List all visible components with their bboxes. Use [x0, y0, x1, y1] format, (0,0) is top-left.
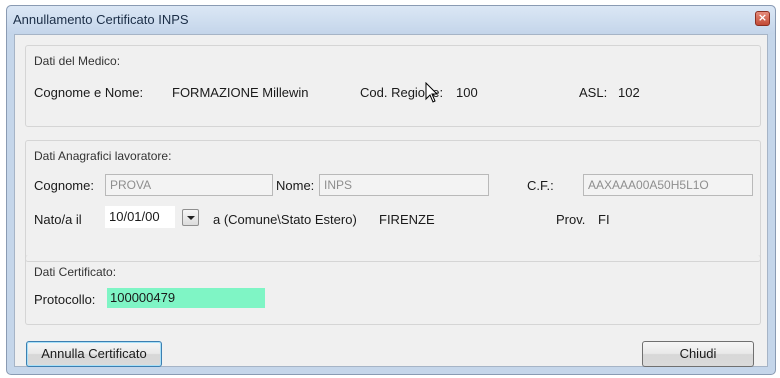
dialog-client-area: Dati del Medico: Cognome e Nome: FORMAZI…: [14, 34, 768, 367]
medico-group-title: Dati del Medico:: [34, 54, 121, 68]
medico-nome-value: FORMAZIONE Millewin: [172, 85, 309, 100]
cognome-label: Cognome:: [34, 178, 94, 193]
title-bar[interactable]: Annullamento Certificato INPS ×: [7, 6, 775, 34]
cognome-field[interactable]: PROVA: [105, 174, 273, 196]
protocollo-label: Protocollo:: [34, 292, 96, 307]
prov-label: Prov.: [556, 212, 586, 227]
birth-date-field[interactable]: 10/01/00: [105, 206, 175, 228]
nato-label: Nato/a il: [34, 212, 82, 227]
comune-label: a (Comune\Stato Estero): [213, 212, 357, 227]
certificato-group-title: Dati Certificato:: [34, 265, 117, 279]
cf-label: C.F.:: [527, 178, 554, 193]
annulla-certificato-button[interactable]: Annulla Certificato: [26, 341, 162, 367]
regione-value: 100: [456, 85, 478, 100]
protocollo-field[interactable]: 100000479: [107, 288, 265, 308]
prov-value: FI: [598, 212, 610, 227]
mouse-cursor-icon: [425, 82, 439, 103]
chiudi-button[interactable]: Chiudi: [642, 341, 754, 367]
nome-label: Nome:: [276, 178, 315, 193]
medico-nome-label: Cognome e Nome:: [34, 85, 144, 100]
dropdown-arrow-icon[interactable]: [182, 209, 199, 226]
asl-value: 102: [618, 85, 640, 100]
close-icon[interactable]: ×: [755, 11, 770, 26]
nome-field[interactable]: INPS: [319, 174, 489, 196]
window-title: Annullamento Certificato INPS: [13, 12, 189, 27]
lavoratore-group-title: Dati Anagrafici lavoratore:: [34, 149, 172, 163]
cf-field[interactable]: AAXAAA00A50H5L1O: [583, 174, 753, 196]
comune-value: FIRENZE: [379, 212, 435, 227]
asl-label: ASL:: [579, 85, 608, 100]
dialog-window: Annullamento Certificato INPS × Dati del…: [6, 5, 776, 375]
